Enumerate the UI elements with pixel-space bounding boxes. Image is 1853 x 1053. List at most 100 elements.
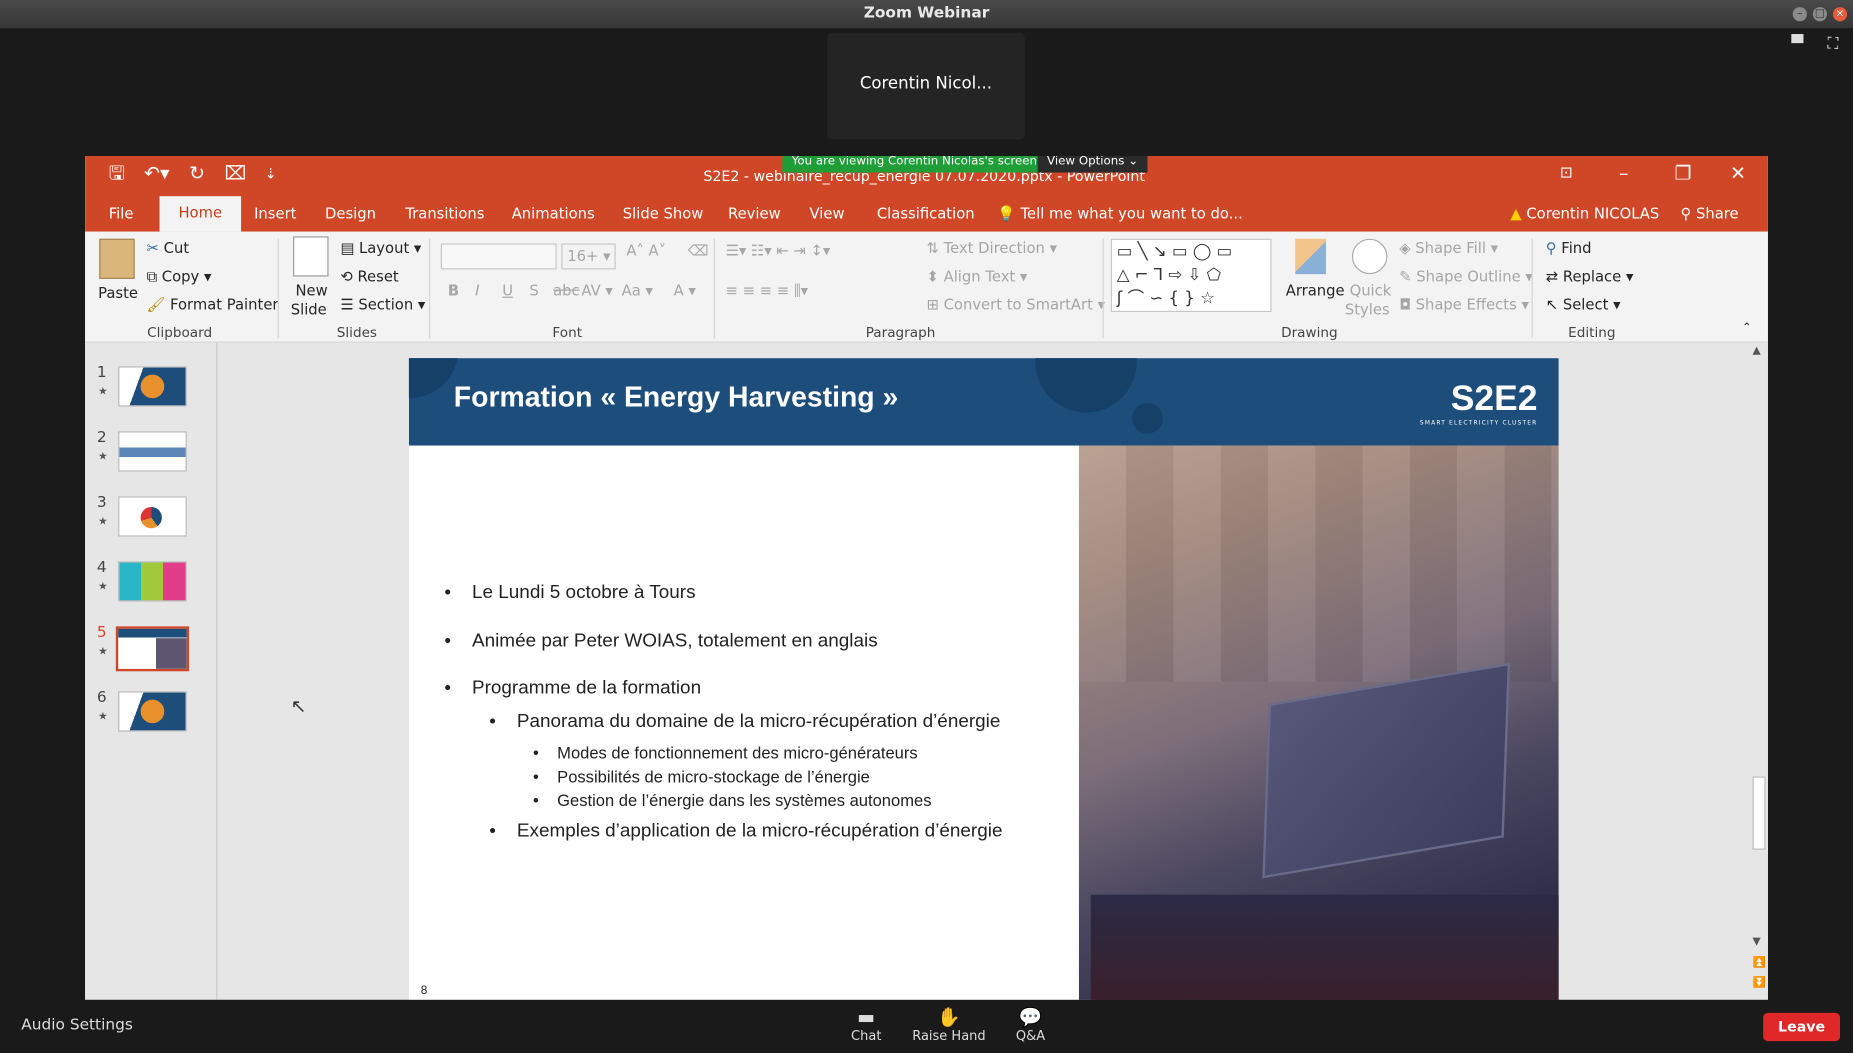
clear-format-icon[interactable]: ⌫ — [688, 241, 709, 259]
user-account[interactable]: ▲ Corentin NICOLAS — [1510, 199, 1659, 232]
ppt-minimize-icon[interactable]: – — [1619, 156, 1628, 191]
quick-styles-icon[interactable] — [1351, 238, 1388, 275]
scroll-down-icon[interactable]: ▼ — [1753, 936, 1761, 948]
undo-icon[interactable]: ↶▾ — [144, 156, 169, 191]
ribbon-display-icon[interactable]: ⊡ — [1560, 156, 1573, 191]
tab-classification[interactable]: Classification — [877, 199, 975, 232]
shadow-icon[interactable]: S — [529, 281, 538, 299]
vertical-scrollbar[interactable]: ▲ ▼ ⏫ ⏬ — [1749, 342, 1768, 1000]
font-size-box[interactable]: 16+ ▾ — [561, 243, 616, 270]
text-direction-label: Text Direction — [943, 238, 1045, 257]
brush-icon: 🖌 — [146, 295, 166, 314]
section-button[interactable]: ☰ Section ▾ — [340, 295, 425, 313]
bold-icon[interactable]: B — [448, 281, 459, 299]
cut-button[interactable]: ✂ Cut — [147, 239, 190, 257]
save-icon[interactable]: 🖫 — [109, 156, 125, 191]
copy-button[interactable]: ⧉ Copy ▾ — [147, 267, 212, 286]
slide-thumbnail-1[interactable] — [118, 366, 187, 407]
view-options-button[interactable]: View Options ⌄ — [1037, 156, 1148, 173]
customize-qat-icon[interactable]: ⇣ — [265, 156, 277, 191]
tab-transitions[interactable]: Transitions — [405, 199, 484, 232]
leave-button[interactable]: Leave — [1763, 1012, 1841, 1042]
arrange-icon[interactable] — [1295, 238, 1326, 275]
paste-icon[interactable] — [99, 238, 135, 279]
shape-effects-button[interactable]: ◘ Shape Effects ▾ — [1399, 295, 1529, 313]
shapes-gallery[interactable]: ▭ ╲ ↘ ▭ ◯ ▭ △ ⌐ ⅂ ⇨ ⇩ ⬠ ʃ ⌒ ∽ { } ☆ — [1110, 238, 1272, 313]
underline-icon[interactable]: U — [502, 281, 513, 299]
tell-me-box[interactable]: 💡 Tell me what you want to do... — [997, 199, 1242, 232]
tab-animations[interactable]: Animations — [512, 199, 595, 232]
find-button[interactable]: ⚲ Find — [1546, 239, 1592, 257]
bullets-icon[interactable]: ☰▾ ☷▾ ⇤ ⇥ ↕▾ — [726, 241, 831, 259]
previous-slide-icon[interactable]: ⏫ — [1753, 957, 1766, 969]
new-slide-label-1[interactable]: New — [295, 281, 327, 299]
new-slide-icon[interactable] — [293, 236, 329, 277]
tab-design[interactable]: Design — [325, 199, 376, 232]
next-slide-icon[interactable]: ⏬ — [1753, 977, 1766, 989]
quick-styles-label-2[interactable]: Styles — [1345, 300, 1390, 318]
audio-settings-button[interactable]: Audio Settings — [21, 1016, 133, 1034]
ppt-restore-icon[interactable]: ❐ — [1675, 156, 1692, 191]
strikethrough-icon[interactable]: abc — [553, 281, 580, 299]
animation-star-icon: ★ — [98, 386, 108, 399]
redo-icon[interactable]: ↻ — [189, 156, 205, 191]
font-color-icon[interactable]: A ▾ — [674, 281, 696, 299]
minimize-icon[interactable]: – — [1792, 7, 1807, 22]
convert-smartart-button[interactable]: ⊞ Convert to SmartArt ▾ — [926, 295, 1105, 313]
gallery-view-icon[interactable]: ▀ — [1786, 33, 1810, 57]
shape-outline-button[interactable]: ✎ Shape Outline ▾ — [1399, 267, 1533, 285]
tab-home[interactable]: Home — [159, 196, 241, 232]
ribbon-separator — [1102, 238, 1104, 339]
tab-file[interactable]: File — [109, 199, 134, 232]
arrange-button[interactable]: Arrange — [1286, 281, 1345, 299]
tab-insert[interactable]: Insert — [254, 199, 296, 232]
grow-font-icon[interactable]: A˄ A˅ — [626, 241, 666, 259]
slide-thumbnail-6[interactable] — [118, 691, 187, 732]
change-case-icon[interactable]: Aa ▾ — [622, 281, 653, 299]
new-slide-label-2[interactable]: Slide — [291, 300, 327, 318]
select-button[interactable]: ↖ Select ▾ — [1546, 295, 1621, 313]
slide-canvas[interactable]: Formation « Energy Harvesting » S2E2 SMA… — [408, 358, 1559, 1000]
slide-thumbnail-3[interactable] — [118, 496, 187, 537]
participant-tile[interactable]: Corentin Nicol... — [827, 33, 1025, 140]
ppt-close-icon[interactable]: ✕ — [1730, 156, 1746, 191]
fullscreen-icon[interactable]: ⛶ — [1821, 33, 1845, 57]
slide-thumbnail-5[interactable] — [115, 626, 190, 672]
thumb-photo — [155, 638, 187, 669]
hand-icon: ✋ — [937, 1005, 961, 1029]
font-name-box[interactable] — [440, 243, 557, 270]
powerpoint-window: 🖫 ↶▾ ↻ ⌧ ⇣ S2E2 - webinaire_recup_energi… — [85, 156, 1768, 1000]
tab-view[interactable]: View — [810, 199, 845, 232]
reset-button[interactable]: ⟲ Reset — [340, 267, 398, 285]
share-button[interactable]: ⚲ Share — [1680, 199, 1738, 232]
scrollbar-thumb[interactable] — [1752, 776, 1766, 850]
group-editing: Editing — [1568, 323, 1616, 341]
paste-button[interactable]: Paste — [98, 284, 138, 302]
layout-button[interactable]: ▤ Layout ▾ — [340, 239, 421, 257]
maximize-icon[interactable]: □ — [1812, 7, 1828, 22]
replace-button[interactable]: ⇄ Replace ▾ — [1546, 267, 1634, 285]
chat-button[interactable]: ▬ Chat — [843, 1006, 890, 1044]
animation-star-icon: ★ — [98, 516, 108, 529]
tab-slide-show[interactable]: Slide Show — [623, 199, 704, 232]
lightbulb-icon: 💡 — [997, 204, 1016, 223]
shape-fill-button[interactable]: ◈ Shape Fill ▾ — [1399, 239, 1498, 257]
start-from-beginning-icon[interactable]: ⌧ — [225, 156, 247, 191]
scroll-up-icon[interactable]: ▲ — [1753, 345, 1761, 357]
slide-thumbnail-2[interactable] — [118, 431, 187, 472]
text-direction-button[interactable]: ⇅ Text Direction ▾ — [926, 239, 1057, 257]
close-icon[interactable]: × — [1832, 7, 1848, 22]
thumb-circle — [140, 699, 165, 724]
italic-icon[interactable]: I — [475, 281, 479, 299]
slide-thumbnails-panel: 1 ★ 2 ★ 3 ★ 4 ★ 5 ★ 6 ★ ↖ — [85, 342, 307, 1000]
char-spacing-icon[interactable]: AV ▾ — [581, 281, 612, 299]
tab-review[interactable]: Review — [728, 199, 781, 232]
align-text-button[interactable]: ⬍ Align Text ▾ — [926, 267, 1027, 285]
raise-hand-button[interactable]: ✋ Raise Hand — [910, 1006, 988, 1044]
quick-styles-label-1[interactable]: Quick — [1350, 281, 1392, 299]
format-painter-button[interactable]: 🖌 Format Painter — [147, 295, 279, 314]
collapse-ribbon-icon[interactable]: ⌃ — [1742, 321, 1752, 334]
align-icons[interactable]: ≡ ≡ ≡ ≡ ⫼▾ — [726, 281, 809, 300]
slide-thumbnail-4[interactable] — [118, 561, 187, 602]
qa-button[interactable]: 💬 Q&A — [1007, 1006, 1054, 1044]
